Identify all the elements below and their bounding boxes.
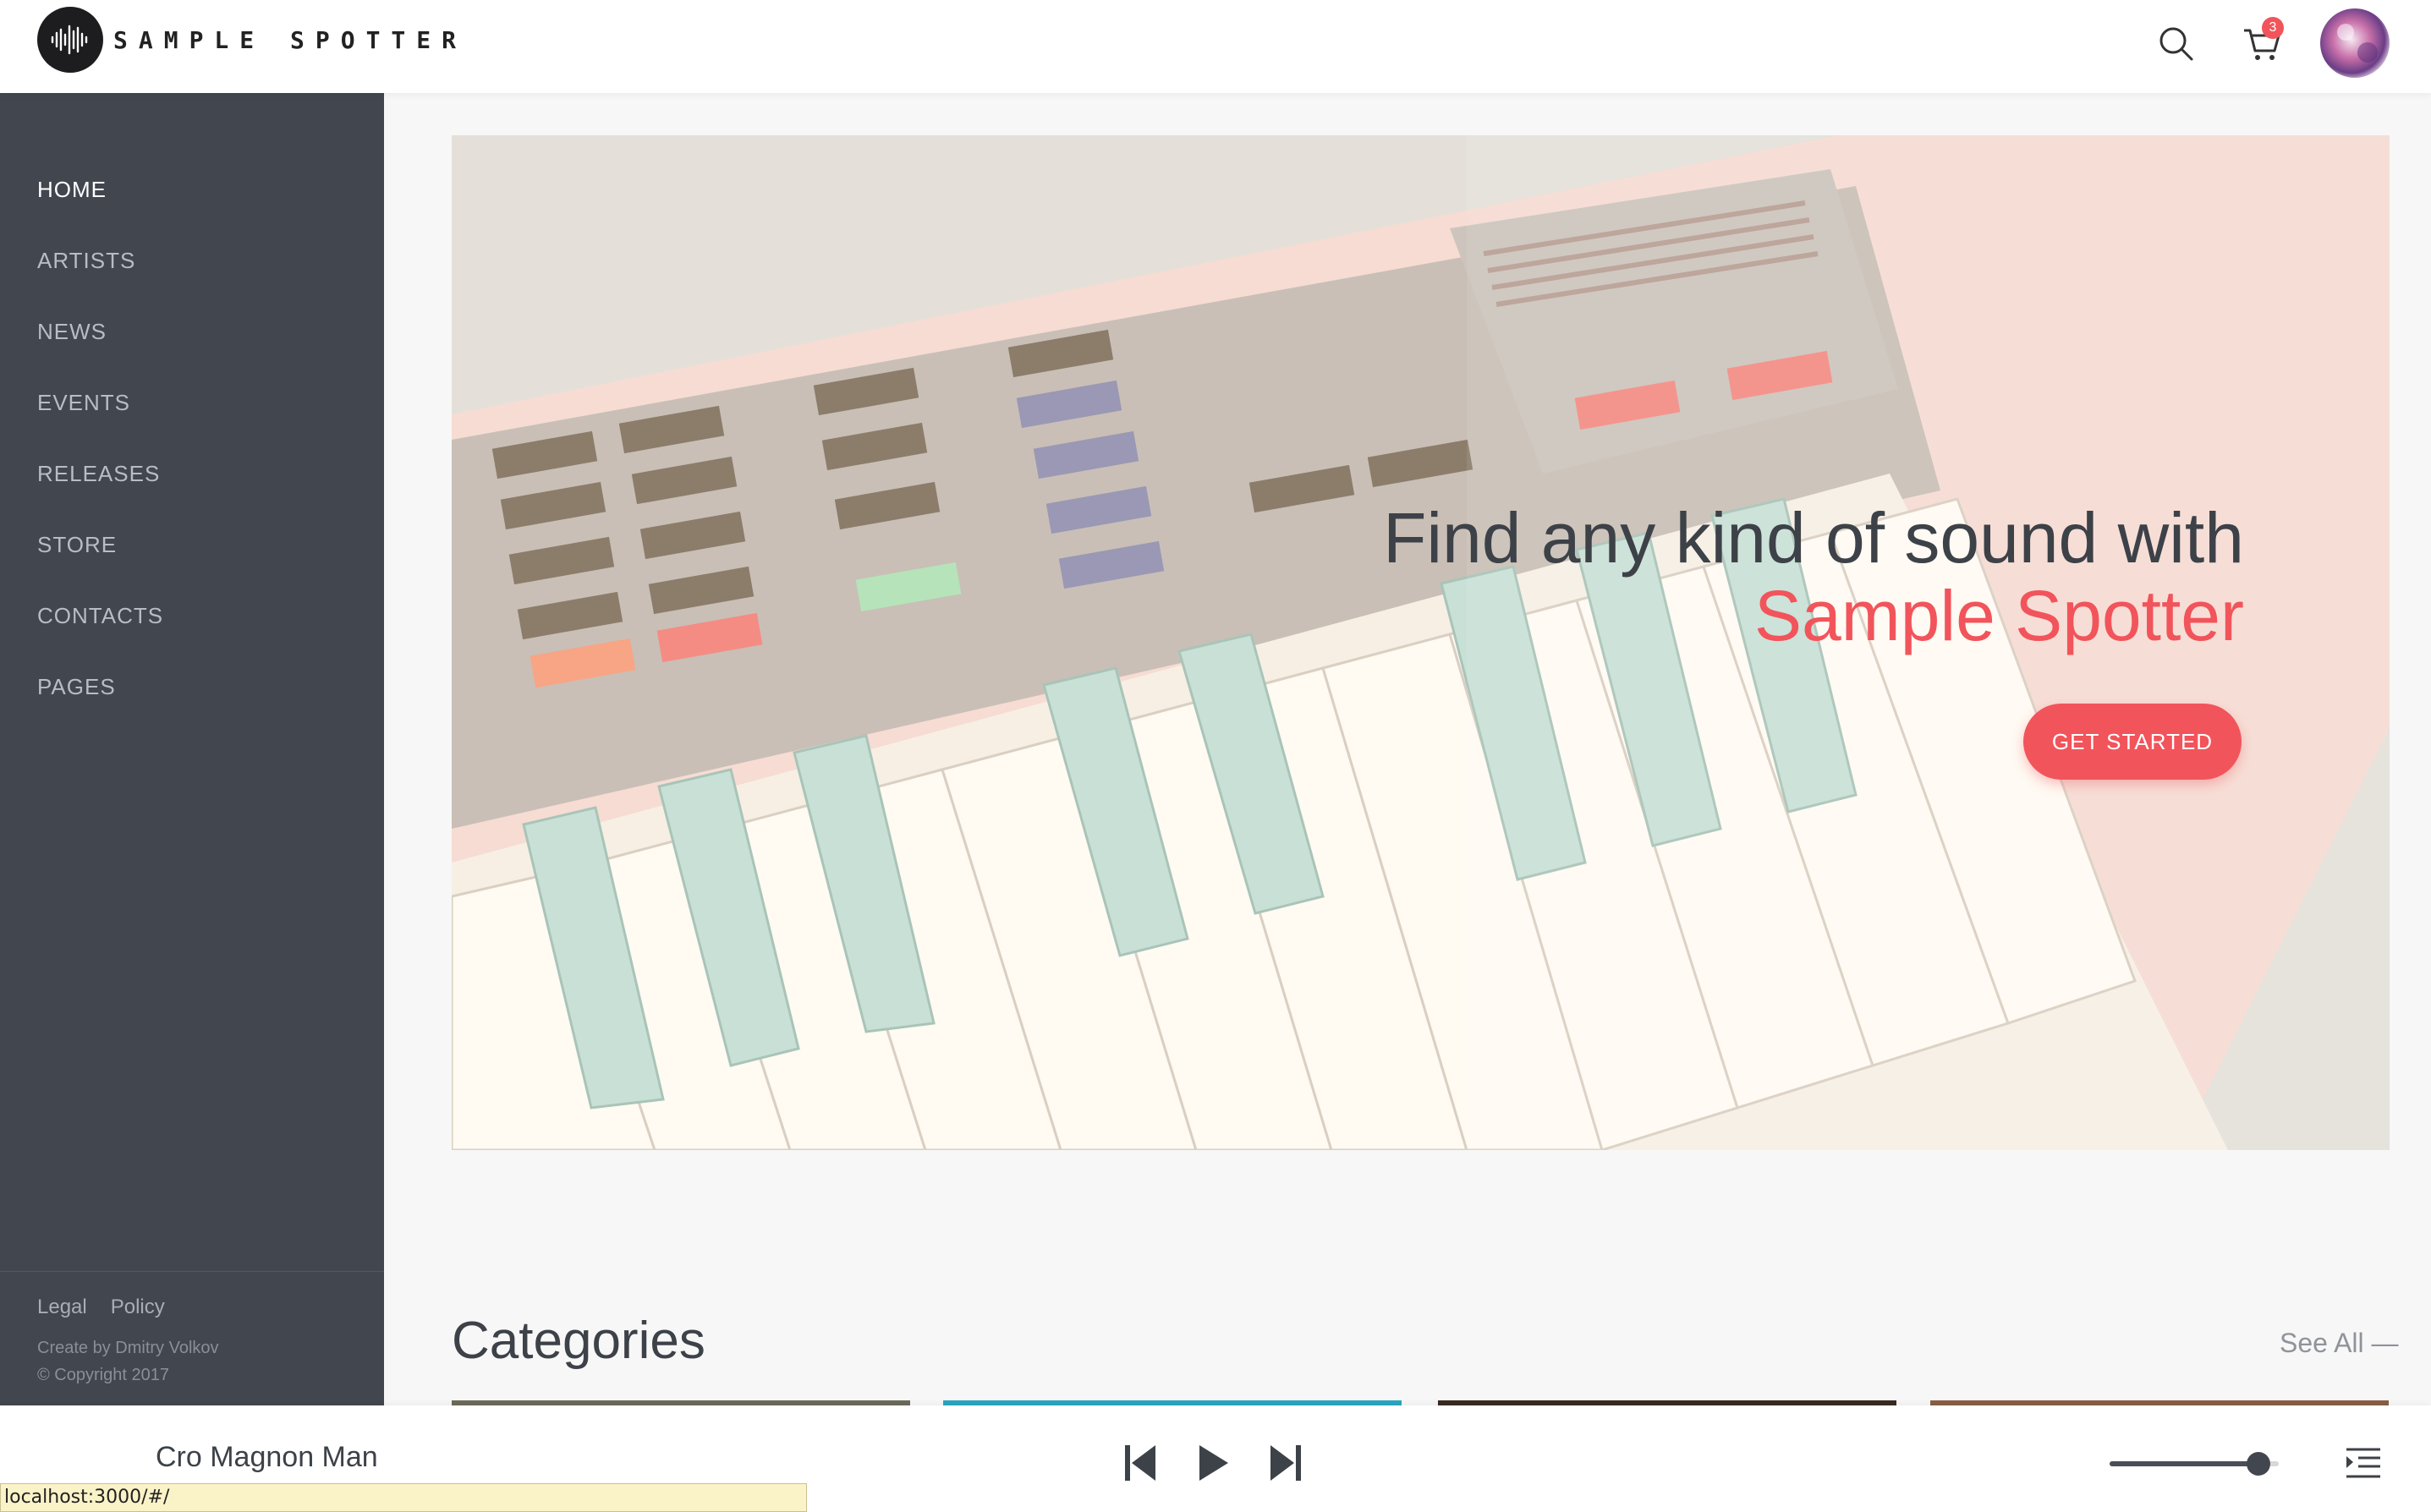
hero-title-line1: Find any kind of sound with (1383, 498, 2244, 578)
play-button[interactable] (1189, 1439, 1237, 1487)
creator-credit: Create by Dmitry Volkov (37, 1339, 219, 1357)
categories-heading: Categories (452, 1312, 705, 1370)
user-avatar[interactable] (2320, 8, 2390, 78)
previous-track-button[interactable] (1117, 1439, 1164, 1487)
footer-links: Legal Policy (37, 1296, 165, 1319)
volume-handle[interactable] (2247, 1452, 2270, 1476)
sidebar-item-contacts[interactable]: CONTACTS (37, 580, 163, 651)
get-started-button[interactable]: GET STARTED (2023, 704, 2242, 780)
cart-button[interactable]: 3 (2238, 17, 2286, 68)
track-title: Cro Magnon Man (156, 1441, 378, 1473)
play-icon (1199, 1445, 1228, 1481)
sidebar-item-pages[interactable]: PAGES (37, 651, 163, 722)
next-track-button[interactable] (1262, 1439, 1309, 1487)
sidebar-item-store[interactable]: STORE (37, 509, 163, 580)
sidebar-item-home[interactable]: HOME (37, 154, 163, 225)
sidebar-item-events[interactable]: EVENTS (37, 367, 163, 438)
cart-count-badge: 3 (2262, 17, 2284, 39)
sidebar-item-releases[interactable]: RELEASES (37, 438, 163, 509)
top-header: SAMPLE SPOTTER 3 (0, 0, 2431, 93)
hero-headline: Find any kind of sound with Sample Spott… (1383, 499, 2244, 655)
skip-previous-icon (1125, 1445, 1155, 1481)
search-icon[interactable] (2153, 20, 2200, 68)
see-all-link[interactable]: See All — (2280, 1328, 2399, 1359)
brand-logo[interactable]: SAMPLE SPOTTER (37, 7, 467, 73)
volume-slider[interactable] (2110, 1452, 2279, 1476)
policy-link[interactable]: Policy (111, 1296, 165, 1319)
brand-name: SAMPLE SPOTTER (113, 25, 468, 54)
skip-next-icon (1270, 1445, 1301, 1481)
legal-link[interactable]: Legal (37, 1296, 87, 1319)
hero-title-brand: Sample Spotter (1754, 576, 2244, 655)
sidebar-item-artists[interactable]: ARTISTS (37, 225, 163, 296)
footer-credit: Create by Dmitry Volkov © Copyright 2017 (37, 1334, 219, 1389)
playlist-icon (2346, 1448, 2380, 1478)
copyright-text: © Copyright 2017 (37, 1366, 169, 1384)
sidebar-divider (0, 1271, 384, 1272)
sidebar: HOME ARTISTS NEWS EVENTS RELEASES STORE … (0, 93, 384, 1405)
sidebar-nav: HOME ARTISTS NEWS EVENTS RELEASES STORE … (37, 154, 163, 722)
waveform-icon (37, 7, 103, 73)
hero-banner: Find any kind of sound with Sample Spott… (452, 135, 2390, 1150)
browser-status-url: localhost:3000/#/ (0, 1483, 807, 1512)
volume-fill (2110, 1461, 2258, 1466)
sidebar-item-news[interactable]: NEWS (37, 296, 163, 367)
playlist-button[interactable] (2343, 1444, 2384, 1482)
